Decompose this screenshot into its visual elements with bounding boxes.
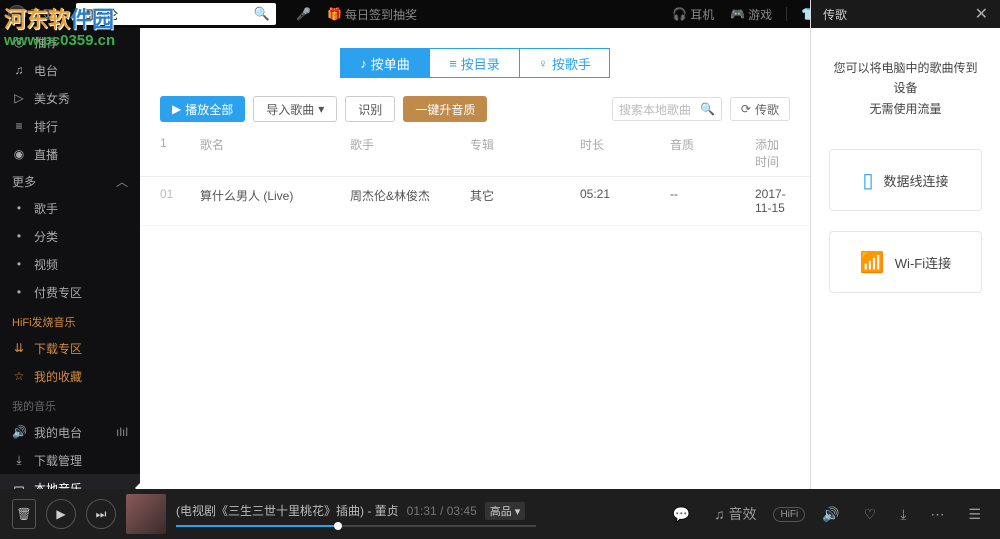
search-input[interactable] [82,7,254,21]
download-zone-icon: ⇊ [12,341,26,355]
col-name[interactable]: 歌名 [200,136,350,170]
playlist-icon[interactable]: ☰ [968,506,981,523]
radio-icon: ♫ [12,63,26,77]
list-icon: ≡ [449,56,457,71]
star-icon: ☆ [12,369,26,383]
col-album[interactable]: 专辑 [470,136,580,170]
play-button[interactable]: ▶ [46,499,76,529]
tab-by-artist[interactable]: ♀按歌手 [520,48,610,78]
col-artist[interactable]: 歌手 [350,136,470,170]
table-header: 1 歌名 歌手 专辑 时长 音质 添加时间 [140,128,810,177]
next-button[interactable]: ⏭ [86,499,116,529]
local-search-input[interactable]: 搜索本地歌曲🔍 [612,97,722,121]
col-duration[interactable]: 时长 [580,136,670,170]
sidebar-item-download-zone[interactable]: ⇊下载专区 [0,334,140,362]
col-quality[interactable]: 音质 [670,136,755,170]
like-icon[interactable]: ♡ [864,506,877,523]
quality-selector[interactable]: 高品 ▾ [485,502,526,520]
sidebar-item-show[interactable]: ▷美女秀 [0,84,140,112]
sidebar-sub-paid[interactable]: •付费专区 [0,278,140,306]
sidebar-section-hifi: HiFi发烧音乐 [0,306,140,334]
sidebar-item-rank[interactable]: ≡排行 [0,112,140,140]
import-button[interactable]: 导入歌曲▾ [253,96,337,122]
sidebar-sub-category[interactable]: •分类 [0,222,140,250]
hifi-badge[interactable]: HiFi [773,507,805,522]
track-title: (电视剧《三生三世十里桃花》插曲) - 董贞 [176,502,399,519]
identify-button[interactable]: 识别 [345,96,395,122]
download-track-icon[interactable]: ⤓ [900,506,906,523]
table-row[interactable]: 01 算什么男人 (Live) 周杰伦&林俊杰 其它 05:21 -- 2017… [140,177,810,226]
music-note-icon: ♪ [360,56,367,71]
gift-icon: 🎁 [327,7,342,21]
user-login[interactable]: 登录 ▾ [8,5,64,23]
game-link[interactable]: 🎮 游戏 [730,6,772,23]
download-icon: ⤓ [12,453,26,468]
checkin-link[interactable]: 🎁 每日签到抽奖 [327,6,417,23]
album-cover[interactable] [126,494,166,534]
search-icon-2: 🔍 [700,102,715,116]
sidebar-item-local-music[interactable]: ▭本地音乐 [0,474,140,489]
play-icon: ▶ [172,102,181,116]
search-box[interactable]: 🔍 [76,3,276,25]
usb-connect-option[interactable]: ▯ 数据线连接 [829,149,982,211]
more-icon[interactable]: ⋯ [930,506,944,523]
live-icon: ◉ [12,147,26,161]
login-text: 登录 [30,6,54,23]
play-all-button[interactable]: ▶播放全部 [160,96,245,122]
sidebar-item-recommend[interactable]: ◎推荐 [0,28,140,56]
col-date[interactable]: 添加时间 [755,136,790,170]
tab-by-song[interactable]: ♪按单曲 [340,48,430,78]
sidebar-sub-video[interactable]: •视频 [0,250,140,278]
sidebar-more[interactable]: 更多︿ [0,168,140,194]
sidebar-section-mymusic: 我的音乐 [0,390,140,418]
chevron-up-icon: ︿ [116,173,128,190]
speaker-icon: 🔊 [12,425,26,439]
headphone-icon: 🎧 [672,7,687,21]
search-icon[interactable]: 🔍 [254,6,270,22]
play-icon-2: ▶ [56,507,65,521]
next-icon: ⏭ [96,507,107,522]
usb-icon: ▯ [862,168,873,193]
avatar-icon [8,5,26,23]
sidebar-item-radio[interactable]: ♫电台 [0,56,140,84]
upgrade-quality-button[interactable]: 一键升音质 [403,96,487,122]
wifi-icon: 📶 [860,250,885,275]
transfer-button[interactable]: ⟳传歌 [730,97,790,121]
gamepad-icon: 🎮 [730,7,745,21]
lyrics-icon[interactable]: 💬 [673,506,690,523]
chevron-down-icon: ▾ [58,7,64,21]
video-icon: ▷ [12,91,26,105]
effect-button[interactable]: ♫ 音效 [714,504,756,524]
volume-icon[interactable]: 🔊 [822,506,839,523]
sidebar-sub-artist[interactable]: •歌手 [0,194,140,222]
close-panel-icon[interactable]: ✕ [975,4,988,24]
mic-icon[interactable]: 🎤 [296,7,311,21]
person-icon: ♀ [538,56,548,71]
progress-bar[interactable] [176,525,536,527]
transfer-info: 您可以将电脑中的歌曲传到设备 无需使用流量 [811,28,1000,139]
computer-icon: ▭ [12,481,26,489]
transfer-panel-header: 传歌 ✕ [811,0,1000,28]
recommend-icon: ◎ [12,35,26,49]
sidebar-item-live[interactable]: ◉直播 [0,140,140,168]
sidebar-item-favorites[interactable]: ☆我的收藏 [0,362,140,390]
trash-button[interactable]: 🗑 [12,499,36,529]
sidebar-item-myradio[interactable]: 🔊我的电台ılıl [0,418,140,446]
wifi-connect-option[interactable]: 📶 Wi-Fi连接 [829,231,982,293]
trash-icon: 🗑 [16,507,31,521]
refresh-icon: ⟳ [741,102,751,116]
chevron-down-icon: ▾ [318,102,324,116]
equalizer-icon: ılıl [116,425,128,439]
sidebar-item-downloads[interactable]: ⤓下载管理 [0,446,140,474]
headphone-link[interactable]: 🎧 耳机 [672,6,714,23]
tab-by-folder[interactable]: ≡按目录 [430,48,520,78]
rank-icon: ≡ [12,119,26,133]
